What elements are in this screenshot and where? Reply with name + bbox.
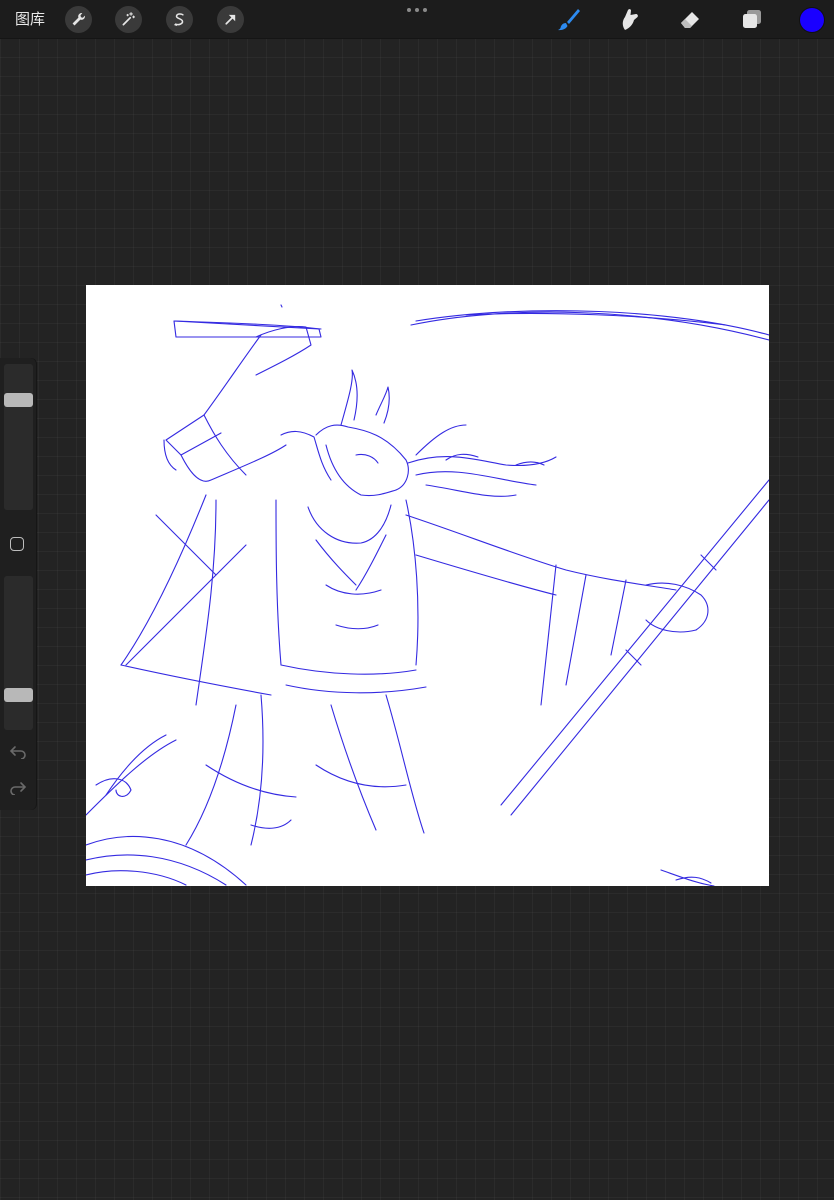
selection-s-icon[interactable] <box>166 6 193 33</box>
smudge-icon[interactable] <box>616 6 642 32</box>
more-options-icon[interactable] <box>406 6 428 14</box>
magic-wand-icon[interactable] <box>115 6 142 33</box>
current-color-swatch[interactable] <box>800 8 824 32</box>
opacity-slider-thumb[interactable] <box>4 688 33 702</box>
sketch-artwork <box>86 304 769 886</box>
opacity-slider[interactable] <box>4 576 33 730</box>
gallery-button[interactable]: 图库 <box>15 9 45 29</box>
brush-icon[interactable] <box>556 6 582 32</box>
left-sidebar <box>0 358 36 810</box>
redo-icon[interactable] <box>9 781 27 795</box>
eraser-icon[interactable] <box>677 6 703 32</box>
brush-size-slider-thumb[interactable] <box>4 393 33 408</box>
undo-icon[interactable] <box>9 745 27 759</box>
drawing-canvas[interactable] <box>86 285 769 886</box>
layers-icon[interactable] <box>739 6 765 32</box>
transform-arrow-icon[interactable] <box>217 6 244 33</box>
modify-square-button[interactable] <box>10 537 24 551</box>
top-toolbar: 图库 <box>0 0 834 38</box>
brush-size-slider[interactable] <box>4 364 33 510</box>
wrench-icon[interactable] <box>65 6 92 33</box>
